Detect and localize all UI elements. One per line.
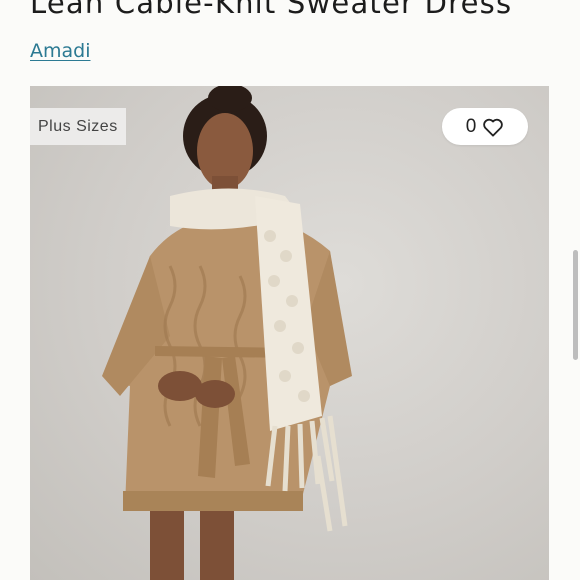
like-count: 0	[465, 115, 477, 137]
plus-sizes-badge: Plus Sizes	[30, 108, 126, 145]
brand-link[interactable]: Amadi	[30, 40, 91, 62]
like-button[interactable]: 0	[442, 108, 528, 145]
product-image[interactable]	[30, 86, 549, 580]
model-photo	[102, 86, 352, 580]
scrollbar[interactable]	[573, 250, 578, 360]
heart-outline-icon	[483, 118, 504, 137]
product-title: Leah Cable-Knit Sweater Dress	[30, 0, 513, 20]
